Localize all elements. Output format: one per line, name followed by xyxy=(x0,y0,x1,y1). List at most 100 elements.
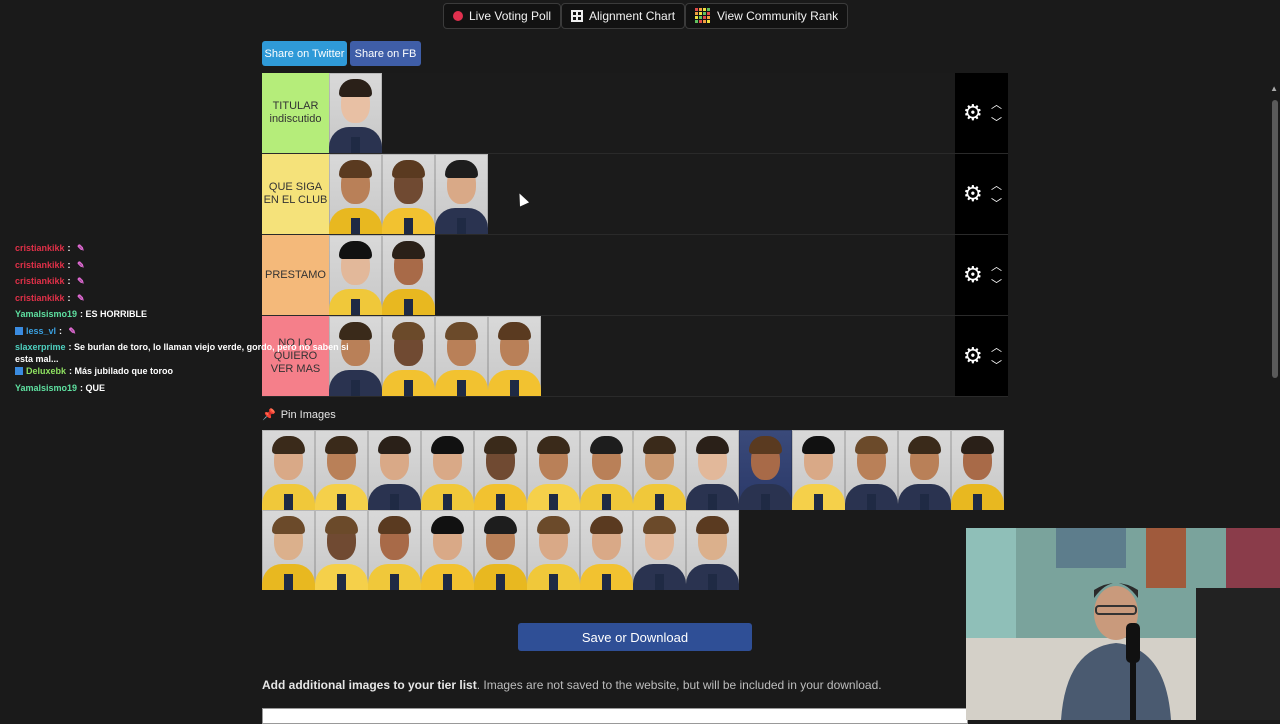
share-twitter-button[interactable]: Share on Twitter xyxy=(262,41,347,66)
shirt-collar xyxy=(510,380,519,396)
chat-line: Yamalsismo19: ES HORRIBLE xyxy=(15,308,147,320)
shirt-collar xyxy=(655,494,664,510)
pool-player-image[interactable] xyxy=(527,430,580,510)
tier-controls: ⚙ ︿ ﹀ xyxy=(955,235,1008,315)
tier-items[interactable] xyxy=(329,154,955,234)
shirt-collar xyxy=(814,494,823,510)
chevron-up-icon[interactable]: ︿ xyxy=(991,258,1002,274)
pool-player-image[interactable] xyxy=(315,430,368,510)
player-hair xyxy=(445,322,478,340)
shirt-collar xyxy=(284,494,293,510)
pool-player-image[interactable] xyxy=(580,510,633,590)
player-hair xyxy=(802,436,835,454)
scroll-up-arrow[interactable]: ▲ xyxy=(1270,84,1278,93)
pool-player-image[interactable] xyxy=(686,430,739,510)
image-pool xyxy=(262,430,1008,590)
chat-line: less_vl: ✎ xyxy=(26,325,76,337)
tier-row: QUE SIGA EN EL CLUB ⚙ ︿ ﹀ xyxy=(262,154,1008,235)
pool-player-image[interactable] xyxy=(474,430,527,510)
pool-player-image[interactable] xyxy=(580,430,633,510)
shirt-collar xyxy=(549,574,558,590)
pool-player-image[interactable] xyxy=(527,510,580,590)
tier-label[interactable]: QUE SIGA EN EL CLUB xyxy=(262,154,329,234)
player-hair xyxy=(696,516,729,534)
pool-player-image[interactable] xyxy=(368,510,421,590)
pool-player-image[interactable] xyxy=(474,510,527,590)
chat-message: less_vl: ✎ xyxy=(15,325,355,342)
shirt-collar xyxy=(602,494,611,510)
player-hair xyxy=(590,516,623,534)
player-image[interactable] xyxy=(329,73,382,153)
shirt-collar xyxy=(390,494,399,510)
player-image[interactable] xyxy=(435,154,488,234)
chat-message: cristiankikk: ✎ xyxy=(15,242,355,259)
view-community-rank-button[interactable]: View Community Rank xyxy=(685,3,849,29)
pool-player-image[interactable] xyxy=(262,430,315,510)
page-scrollbar[interactable] xyxy=(1272,100,1278,378)
player-image[interactable] xyxy=(435,316,488,396)
pool-player-image[interactable] xyxy=(315,510,368,590)
player-hair xyxy=(749,436,782,454)
chat-message: cristiankikk: ✎ xyxy=(15,292,355,309)
player-hair xyxy=(325,436,358,454)
chat-username: Yamalsismo19 xyxy=(15,309,78,319)
chevron-down-icon[interactable]: ﹀ xyxy=(991,195,1002,211)
pool-player-image[interactable] xyxy=(421,430,474,510)
share-fb-button[interactable]: Share on FB xyxy=(350,41,421,66)
pool-player-image[interactable] xyxy=(898,430,951,510)
gear-icon[interactable]: ⚙ xyxy=(963,183,983,205)
add-images-bold: Add additional images to your tier list xyxy=(262,678,477,692)
pool-player-image[interactable] xyxy=(633,430,686,510)
player-image[interactable] xyxy=(382,235,435,315)
pool-player-image[interactable] xyxy=(262,510,315,590)
pin-images-toggle[interactable]: 📌 Pin Images xyxy=(262,408,336,422)
player-image[interactable] xyxy=(329,154,382,234)
player-hair xyxy=(378,436,411,454)
move-arrows: ︿ ﹀ xyxy=(991,96,1002,130)
chat-separator: : xyxy=(59,325,65,336)
pool-player-image[interactable] xyxy=(421,510,474,590)
chevron-up-icon[interactable]: ︿ xyxy=(991,96,1002,112)
player-hair xyxy=(431,436,464,454)
gear-icon[interactable]: ⚙ xyxy=(963,345,983,367)
player-hair xyxy=(392,160,425,178)
pool-player-image[interactable] xyxy=(686,510,739,590)
gear-icon[interactable]: ⚙ xyxy=(963,102,983,124)
pool-player-image[interactable] xyxy=(845,430,898,510)
live-voting-poll-button[interactable]: Live Voting Poll xyxy=(443,3,562,29)
player-hair xyxy=(855,436,888,454)
alignment-chart-button[interactable]: Alignment Chart xyxy=(561,3,686,29)
shirt-collar xyxy=(867,494,876,510)
chevron-down-icon[interactable]: ﹀ xyxy=(991,357,1002,373)
shirt-collar xyxy=(404,218,413,234)
tier-controls: ⚙ ︿ ﹀ xyxy=(955,154,1008,234)
save-download-button[interactable]: Save or Download xyxy=(518,623,752,651)
feather-emote-icon: ✎ xyxy=(77,243,85,253)
tier-label[interactable]: TITULAR indiscutido xyxy=(262,73,329,153)
tier-items[interactable] xyxy=(329,235,955,315)
pool-player-image[interactable] xyxy=(951,430,1004,510)
shirt-collar xyxy=(457,380,466,396)
shirt-collar xyxy=(920,494,929,510)
chevron-up-icon[interactable]: ︿ xyxy=(991,339,1002,355)
chat-message: Deluxebk: Más jubilado que toroo xyxy=(15,365,355,382)
tier-items[interactable] xyxy=(329,316,955,396)
shirt-collar xyxy=(404,380,413,396)
player-hair xyxy=(590,436,623,454)
pool-player-image[interactable] xyxy=(739,430,792,510)
chevron-down-icon[interactable]: ﹀ xyxy=(991,276,1002,292)
pool-player-image[interactable] xyxy=(368,430,421,510)
tier-items[interactable] xyxy=(329,73,955,153)
chat-username: less_vl xyxy=(26,325,57,336)
chat-separator: : xyxy=(67,259,74,270)
player-image[interactable] xyxy=(382,154,435,234)
pool-player-image[interactable] xyxy=(633,510,686,590)
player-hair xyxy=(325,516,358,534)
add-images-input[interactable] xyxy=(262,708,968,724)
player-image[interactable] xyxy=(382,316,435,396)
player-image[interactable] xyxy=(488,316,541,396)
chevron-up-icon[interactable]: ︿ xyxy=(991,177,1002,193)
chevron-down-icon[interactable]: ﹀ xyxy=(991,114,1002,130)
pool-player-image[interactable] xyxy=(792,430,845,510)
gear-icon[interactable]: ⚙ xyxy=(963,264,983,286)
